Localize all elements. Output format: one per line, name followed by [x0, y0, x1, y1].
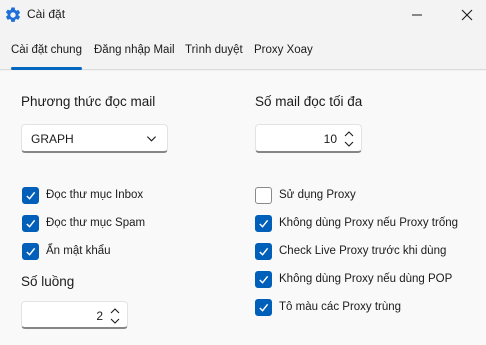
mail-read-method-value: GRAPH [31, 132, 74, 146]
window-title: Cài đặt [27, 7, 66, 21]
checkbox[interactable] [255, 186, 272, 204]
checkbox-label: Đọc thư mục Inbox [46, 189, 144, 201]
tab-rotating-proxy[interactable]: Proxy Xoay [254, 44, 313, 56]
checkbox-label: Ẩn mật khẩu [46, 245, 111, 257]
threads-value: 2 [96, 309, 103, 323]
checkbox-read-inbox[interactable]: Đọc thư mục Inbox [22, 186, 143, 204]
checkmark-icon [259, 303, 269, 312]
checkbox[interactable] [22, 186, 39, 204]
tab-mail-login[interactable]: Đăng nhập Mail [94, 44, 175, 56]
checkbox-hide-password[interactable]: Ẩn mật khẩu [22, 242, 111, 260]
checkbox[interactable] [22, 242, 39, 260]
checkmark-icon [259, 219, 269, 228]
checkbox-no-proxy-if-pop[interactable]: Không dùng Proxy nếu dùng POP [255, 270, 452, 288]
tab-bar: Cài đặt chung Đăng nhập Mail Trình duyệt… [0, 36, 486, 70]
checkbox[interactable] [255, 270, 272, 288]
checkbox-read-spam[interactable]: Đọc thư mục Spam [22, 214, 145, 232]
close-button[interactable] [444, 0, 486, 30]
checkbox-no-proxy-if-empty[interactable]: Không dùng Proxy nếu Proxy trống [255, 214, 458, 232]
checkbox-check-live-proxy[interactable]: Check Live Proxy trước khi dùng [255, 242, 446, 260]
title-bar: Cài đặt [0, 0, 486, 30]
checkmark-icon [26, 247, 36, 256]
gear-icon [6, 7, 21, 22]
checkbox[interactable] [255, 242, 272, 260]
checkbox-label: Tô màu các Proxy trùng [279, 301, 402, 313]
max-mail-stepper[interactable]: 10 [255, 124, 362, 153]
checkmark-icon [259, 247, 269, 256]
checkbox-label: Không dùng Proxy nếu Proxy trống [279, 217, 459, 229]
checkbox[interactable] [255, 298, 272, 316]
minimize-icon [412, 14, 422, 16]
mail-read-method-select[interactable]: GRAPH [21, 124, 168, 153]
mail-read-method-label: Phương thức đọc mail [21, 94, 156, 109]
checkbox-label: Không dùng Proxy nếu dùng POP [279, 273, 453, 285]
checkmark-icon [26, 191, 36, 200]
checkbox[interactable] [255, 214, 272, 232]
checkbox-use-proxy[interactable]: Sử dụng Proxy [255, 186, 356, 204]
close-icon [461, 9, 473, 21]
checkbox-label: Đọc thư mục Spam [46, 217, 146, 229]
tab-general-settings[interactable]: Cài đặt chung [11, 44, 82, 70]
checkbox-color-duplicate-proxy[interactable]: Tô màu các Proxy trùng [255, 298, 401, 316]
checkmark-icon [26, 219, 36, 228]
checkbox-label: Sử dụng Proxy [279, 189, 356, 201]
max-mail-label: Số mail đọc tối đa [255, 94, 363, 109]
max-mail-value: 10 [323, 132, 337, 146]
tab-browser[interactable]: Trình duyệt [185, 44, 243, 56]
threads-stepper[interactable]: 2 [21, 301, 128, 329]
chevron-down-icon [146, 136, 157, 142]
up-down-arrows-icon[interactable] [343, 129, 355, 149]
checkbox[interactable] [22, 214, 39, 232]
threads-label: Số luồng [21, 274, 75, 289]
checkmark-icon [259, 275, 269, 284]
up-down-arrows-icon[interactable] [109, 306, 121, 326]
minimize-button[interactable] [394, 0, 440, 30]
checkbox-label: Check Live Proxy trước khi dùng [279, 245, 447, 257]
